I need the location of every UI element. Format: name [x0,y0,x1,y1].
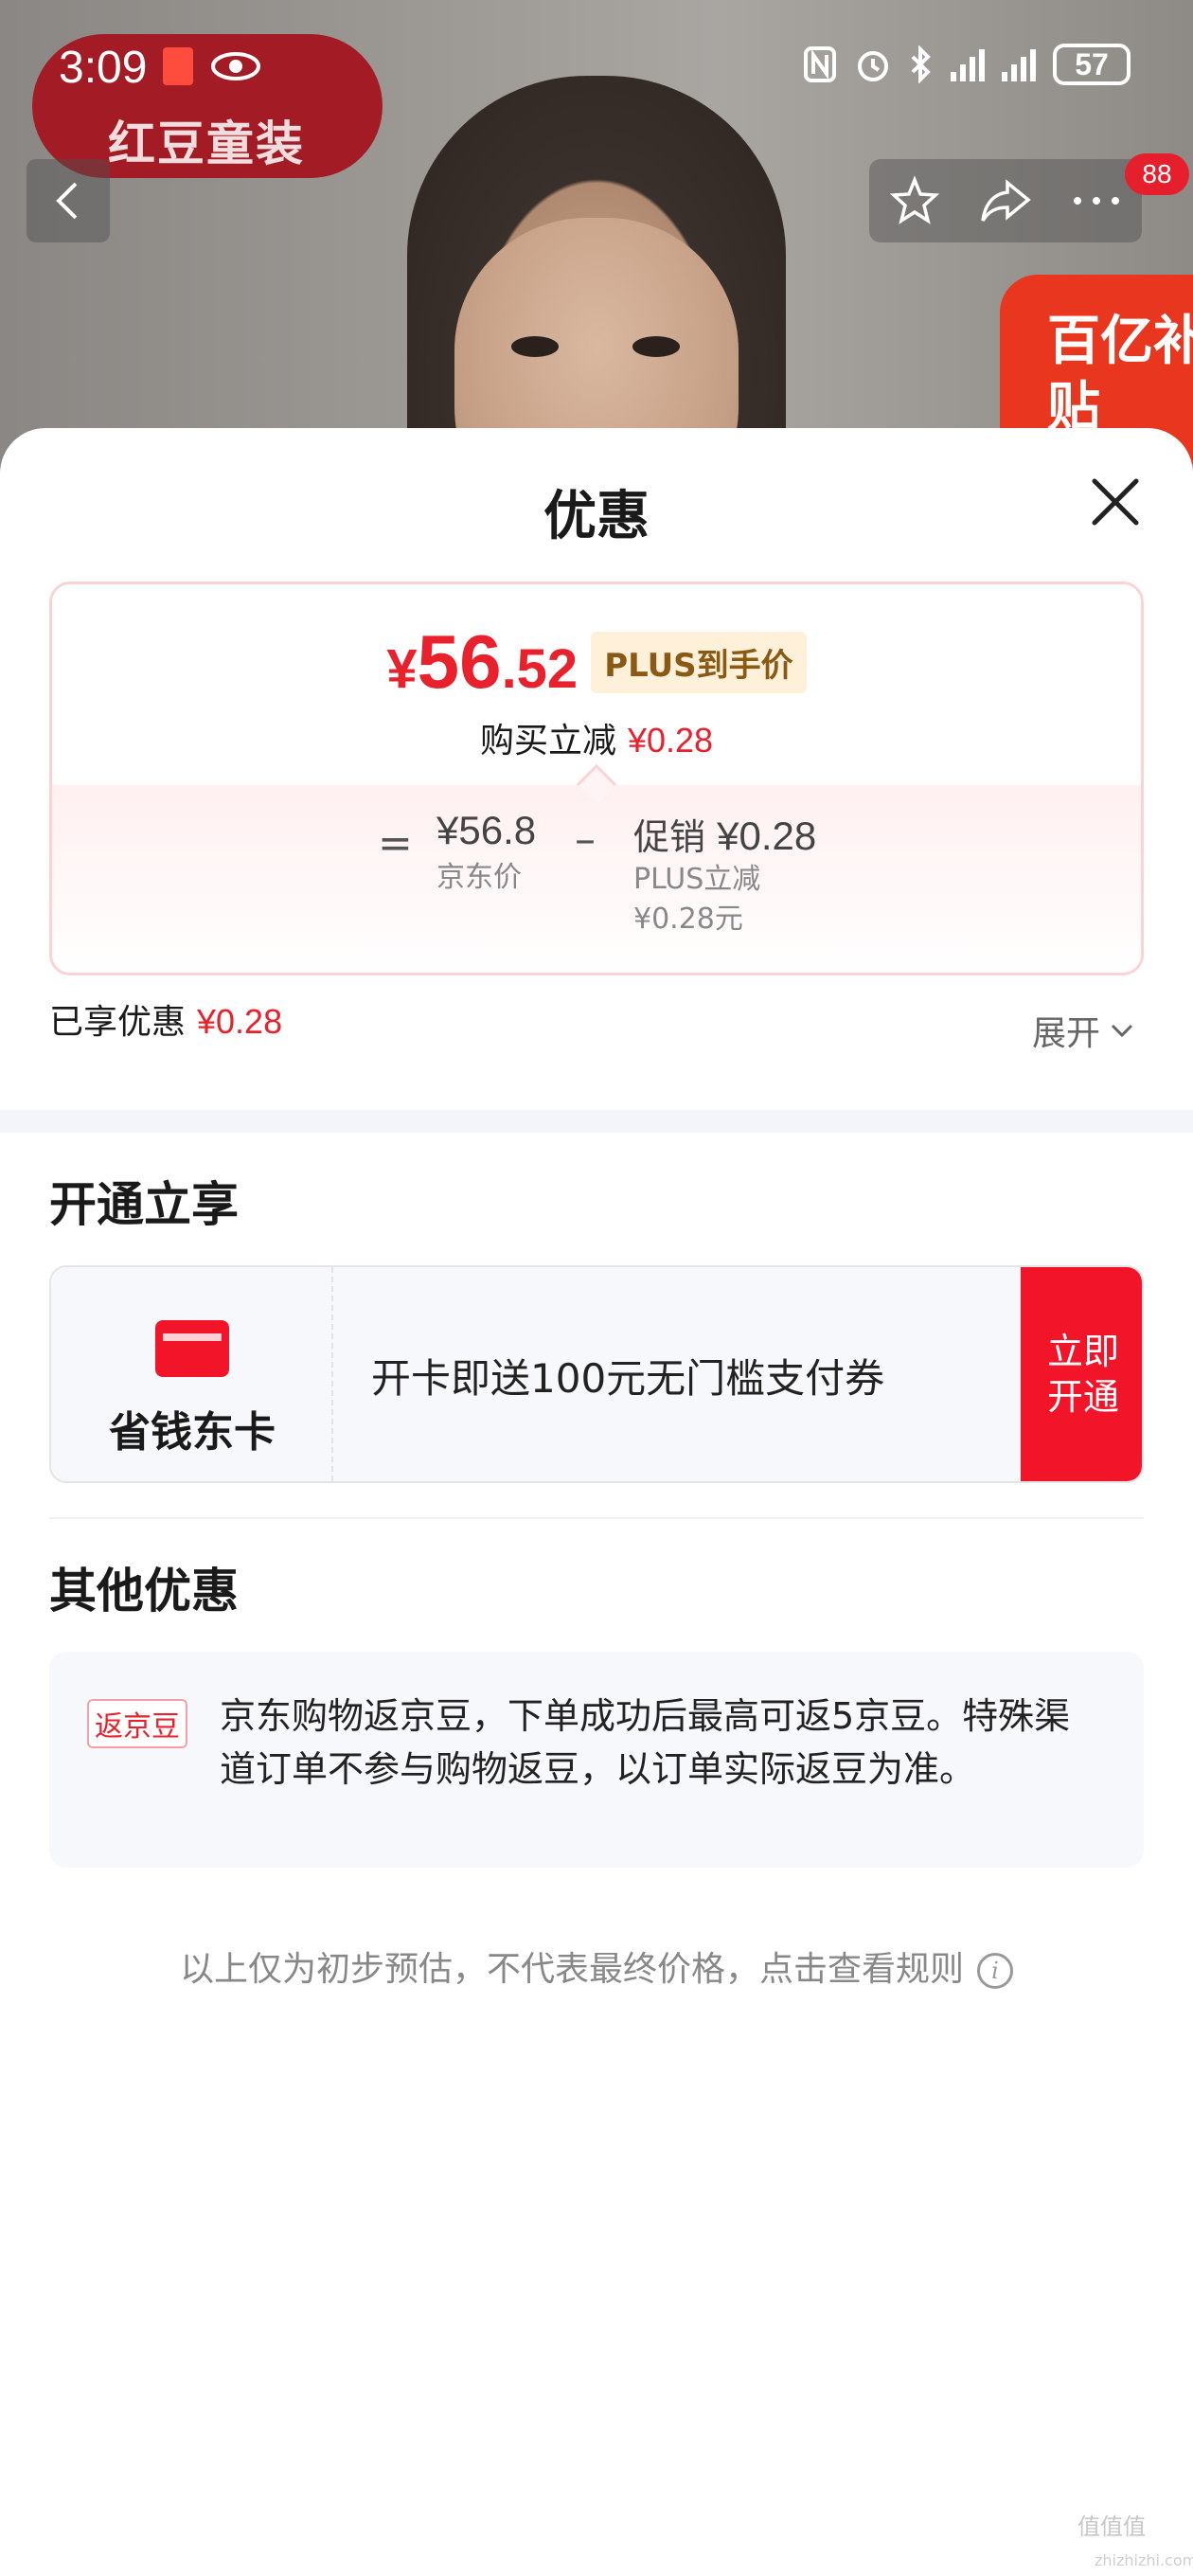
price-breakdown: = ¥56.8 京东价 – 促销 ¥0.28 PLUS立减 ¥0.28元 [52,785,1141,973]
eye-icon [211,52,260,80]
jingdou-tag: 返京豆 [87,1699,187,1748]
price-card-top: ¥56.52 PLUS到手价 购买立减 ¥0.28 [52,584,1141,785]
enjoyed-value: ¥0.28 [197,1002,283,1041]
status-time: 3:09 [59,43,148,93]
price-decimal: .52 [501,638,579,700]
chevron-left-icon [56,182,78,220]
open-section-title: 开通立享 [49,1177,239,1232]
promo-value: ¥0.28 [717,814,817,858]
final-price-row: ¥56.52 PLUS到手价 [52,618,1141,706]
plus-price-tag: PLUS到手价 [591,632,807,693]
nfc-icon [804,46,836,82]
jd-price-value: ¥56.8 [436,808,537,852]
top-action-group [869,159,1142,242]
alarm-icon [858,51,888,81]
other-offer: 返京豆 京东购物返京豆，下单成功后最高可返5京豆。特殊渠道订单不参与购物返豆，以… [49,1652,1144,1868]
reduce-value: ¥0.28 [627,721,714,760]
jd-price: ¥56.8 京东价 [436,808,536,895]
rules-link[interactable]: 以上仅为初步预估，不代表最终价格，点击查看规则 i [0,1941,1193,1991]
jd-price-label: 京东价 [436,861,522,894]
card-description: 开卡即送100元无门槛支付券 [371,1355,885,1402]
promo-detail: 促销 ¥0.28 PLUS立减 ¥0.28元 [633,808,816,939]
brand-name: 红豆童装 [108,116,305,171]
sheet-title: 优惠 [543,486,650,547]
other-section-title: 其他优惠 [49,1564,239,1619]
discount-sheet: 优惠 ¥56.52 PLUS到手价 购买立减 ¥0.28 = ¥56.8 京东价 … [0,428,1193,2576]
card-left-panel: 省钱东卡 [51,1267,333,1481]
chevron-down-icon [1111,1024,1133,1038]
minus-sign: – [575,815,596,864]
divider [49,1517,1144,1519]
expand-label: 展开 [1032,1014,1101,1053]
more-icon[interactable] [1071,193,1122,208]
other-offer-text: 京东购物返京豆，下单成功后最高可返5京豆。特殊渠道订单不参与购物返豆，以订单实际… [220,1695,1071,1790]
card-icon [155,1320,229,1377]
bluetooth-icon [911,45,931,83]
product-photo-eye [632,336,680,357]
message-count-badge: 88 [1125,153,1189,195]
final-price: ¥56.52 [386,618,578,706]
promo-sub-value: ¥0.28元 [633,903,743,936]
membership-card-offer[interactable]: 省钱东卡 开卡即送100元无门槛支付券 立即开通 [49,1265,1144,1483]
share-icon[interactable] [979,177,1032,224]
watermark-url: zhizhizhi.com [1095,2551,1193,2569]
signal-icon [951,47,985,81]
close-icon[interactable] [1085,472,1146,532]
signal-icon [1002,47,1036,81]
price-card: ¥56.52 PLUS到手价 购买立减 ¥0.28 = ¥56.8 京东价 – 促… [49,581,1144,975]
star-icon[interactable] [889,175,940,226]
card-name: 省钱东卡 [109,1408,276,1457]
price-integer: 56 [417,619,502,704]
enjoyed-label: 已享优惠 [49,1003,187,1042]
footnote-text: 以上仅为初步预估，不代表最终价格，点击查看规则 [179,1950,964,1989]
watermark: 值值值 [1077,2513,1146,2540]
equals-sign: = [378,819,413,868]
back-button[interactable] [27,159,110,242]
reduce-label: 购买立减 [479,722,616,760]
section-divider [0,1110,1193,1133]
battery-icon: 57 [1053,44,1131,85]
price-yen: ¥ [386,638,418,700]
enjoyed-discount: 已享优惠 ¥0.28 [49,994,282,1044]
product-background: 红豆童装 3:09 57 88 百亿补贴 [0,0,1193,492]
info-icon: i [977,1953,1013,1989]
promo-sub-label: PLUS立减 [633,863,761,896]
notification-icon [163,47,193,85]
status-icons: 57 [803,44,1131,85]
reduce-row: 购买立减 ¥0.28 [52,713,1141,762]
open-card-button[interactable]: 立即开通 [1021,1267,1142,1481]
expand-button[interactable]: 展开 [1032,1006,1134,1055]
product-photo-eye [511,336,559,357]
promo-label: 促销 [633,816,706,858]
